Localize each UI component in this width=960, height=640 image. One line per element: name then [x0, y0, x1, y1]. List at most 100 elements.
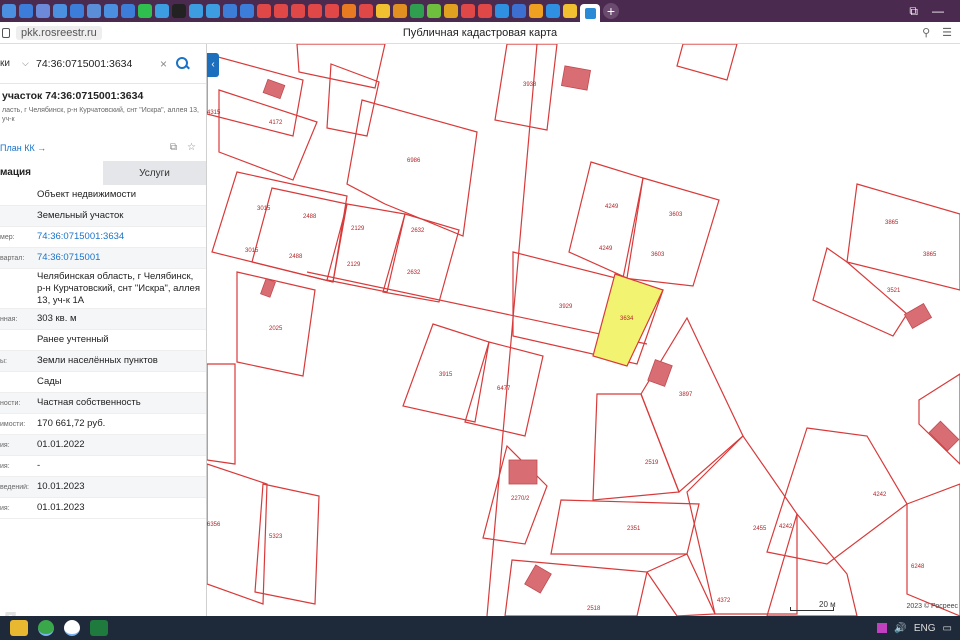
attribute-row: ности: Частная собственность	[0, 393, 206, 414]
star-icon[interactable]: ☆	[187, 142, 196, 153]
url-field[interactable]: pkk.rosreestr.ru	[16, 25, 102, 40]
attribute-label: ия:	[0, 441, 10, 449]
browser-tab-favicon-icon[interactable]	[70, 4, 84, 18]
browser-tab-favicon-icon[interactable]	[223, 4, 237, 18]
attribute-value: 170 661,72 руб.	[37, 418, 106, 429]
explorer-icon[interactable]	[10, 620, 28, 636]
browser-tab-favicon-icon[interactable]	[240, 4, 254, 18]
browser-tab-favicon-icon[interactable]	[104, 4, 118, 18]
browser-tab-favicon-icon[interactable]	[546, 4, 560, 18]
browser-tab-favicon-icon[interactable]	[206, 4, 220, 18]
browser-tab-favicon-icon[interactable]	[478, 4, 492, 18]
browser-tab-favicon-icon[interactable]	[529, 4, 543, 18]
svg-text:2519: 2519	[645, 460, 659, 466]
search-icon[interactable]	[174, 55, 192, 73]
search-category[interactable]: ки	[0, 58, 22, 69]
tray-app-icon[interactable]	[877, 623, 888, 633]
browser-tab-favicon-icon[interactable]	[138, 4, 152, 18]
plan-link[interactable]: План КК →	[0, 143, 46, 153]
browser-tab-favicon-icon[interactable]	[155, 4, 169, 18]
attribute-label: ия:	[0, 462, 10, 470]
minimize-icon[interactable]: —	[932, 4, 944, 19]
browser-tab-favicon-icon[interactable]	[461, 4, 475, 18]
svg-text:3929: 3929	[559, 304, 573, 310]
notification-icon[interactable]: ▭	[943, 623, 952, 634]
tab-information[interactable]: мация	[0, 161, 103, 185]
browser-tab-favicon-icon[interactable]	[291, 4, 305, 18]
browser-tab-favicon-icon[interactable]	[2, 4, 16, 18]
browser-tab-favicon-icon[interactable]	[325, 4, 339, 18]
collapse-panel-button[interactable]: ‹	[207, 53, 219, 77]
attribute-link[interactable]: 74:36:0715001	[37, 252, 206, 264]
svg-text:4249: 4249	[605, 204, 619, 210]
browser-tab-favicon-icon[interactable]	[257, 4, 271, 18]
svg-text:3015: 3015	[245, 248, 259, 254]
attribute-row: вартал: 74:36:0715001	[0, 248, 206, 269]
browser-tab-favicon-icon[interactable]	[87, 4, 101, 18]
attribute-label: вартал:	[0, 254, 25, 262]
browser-tab-favicon-icon[interactable]	[121, 4, 135, 18]
browser-tab-favicon-icon[interactable]	[36, 4, 50, 18]
browser-tab-favicon-icon[interactable]	[444, 4, 458, 18]
tab-services[interactable]: Услуги	[103, 161, 206, 185]
attribute-link[interactable]: 74:36:0715001:3634	[37, 231, 206, 243]
attributes-list: Объект недвижимости Земельный участок мер:…	[0, 185, 206, 519]
svg-text:3603: 3603	[651, 252, 665, 258]
svg-text:6356: 6356	[207, 522, 221, 528]
chrome-icon[interactable]	[38, 620, 54, 636]
attribute-value: Земельный участок	[37, 210, 124, 221]
attribute-row: имости: 170 661,72 руб.	[0, 414, 206, 435]
copy-icon[interactable]: ⧉	[909, 4, 918, 19]
attribute-value: Объект недвижимости	[37, 189, 137, 200]
attribute-label: имости:	[0, 420, 26, 428]
attribute-label: ы:	[0, 357, 7, 365]
svg-text:4315: 4315	[207, 110, 221, 116]
language-indicator[interactable]: ENG	[914, 623, 936, 634]
browser-tab-favicon-icon[interactable]	[393, 4, 407, 18]
browser-tab-favicon-icon[interactable]	[359, 4, 373, 18]
active-tab[interactable]	[580, 4, 600, 22]
location-icon[interactable]: ⚲	[922, 26, 930, 39]
attribute-row: ведений: 10.01.2023	[0, 477, 206, 498]
search-input[interactable]: 74:36:0715001:3634	[36, 58, 160, 70]
clear-icon[interactable]: ×	[160, 57, 174, 71]
browser-tab-favicon-icon[interactable]	[427, 4, 441, 18]
attribute-value: Частная собственность	[37, 397, 141, 408]
browser-tab-favicon-icon[interactable]	[53, 4, 67, 18]
attribute-row: нная: 303 кв. м	[0, 309, 206, 330]
new-tab-button[interactable]: +	[603, 3, 619, 19]
browser-tab-favicon-icon[interactable]	[563, 4, 577, 18]
browser-tab-favicon-icon[interactable]	[274, 4, 288, 18]
browser-tab-favicon-icon[interactable]	[342, 4, 356, 18]
attribute-value: Земли населённых пунктов	[37, 355, 158, 366]
attribute-label: ия:	[0, 504, 10, 512]
browser-tab-favicon-icon[interactable]	[512, 4, 526, 18]
svg-text:5323: 5323	[269, 534, 283, 540]
attribute-value: 01.01.2022	[37, 439, 85, 450]
svg-text:2518: 2518	[587, 606, 601, 612]
excel-icon[interactable]	[90, 620, 108, 636]
browser-tab-favicon-icon[interactable]	[376, 4, 390, 18]
measure-icon[interactable]: ⧉	[170, 142, 177, 153]
attribute-value: Сады	[37, 376, 62, 387]
object-title: участок 74:36:0715001:3634	[2, 90, 144, 102]
browser-tab-favicon-icon[interactable]	[19, 4, 33, 18]
svg-text:3015: 3015	[257, 206, 271, 212]
map-parcels-layer[interactable]: 4315 4172 6986 3938 3015 3015 2488 2488 2129 2…	[207, 44, 960, 616]
browser-tab-favicon-icon[interactable]	[172, 4, 186, 18]
browser-tab-favicon-icon[interactable]	[189, 4, 203, 18]
volume-icon[interactable]: 🔊	[894, 623, 906, 634]
svg-text:2632: 2632	[411, 228, 425, 234]
selected-parcel-label: 3634	[620, 316, 634, 322]
svg-text:2488: 2488	[289, 254, 303, 260]
browser-tab-favicon-icon[interactable]	[308, 4, 322, 18]
chevron-down-icon[interactable]: ⌵	[22, 58, 36, 69]
yandex-browser-icon[interactable]	[64, 620, 80, 636]
page-title: Публичная кадастровая карта	[402, 27, 558, 39]
map-copyright: 2023 © Росреес	[906, 603, 958, 610]
menu-icon[interactable]: ☰	[942, 26, 952, 39]
browser-tab-favicon-icon[interactable]	[410, 4, 424, 18]
attribute-value: -	[37, 460, 41, 471]
browser-tab-favicon-icon[interactable]	[495, 4, 509, 18]
cadastral-map[interactable]: 4315 4172 6986 3938 3015 3015 2488 2488 2129 2…	[207, 44, 960, 616]
